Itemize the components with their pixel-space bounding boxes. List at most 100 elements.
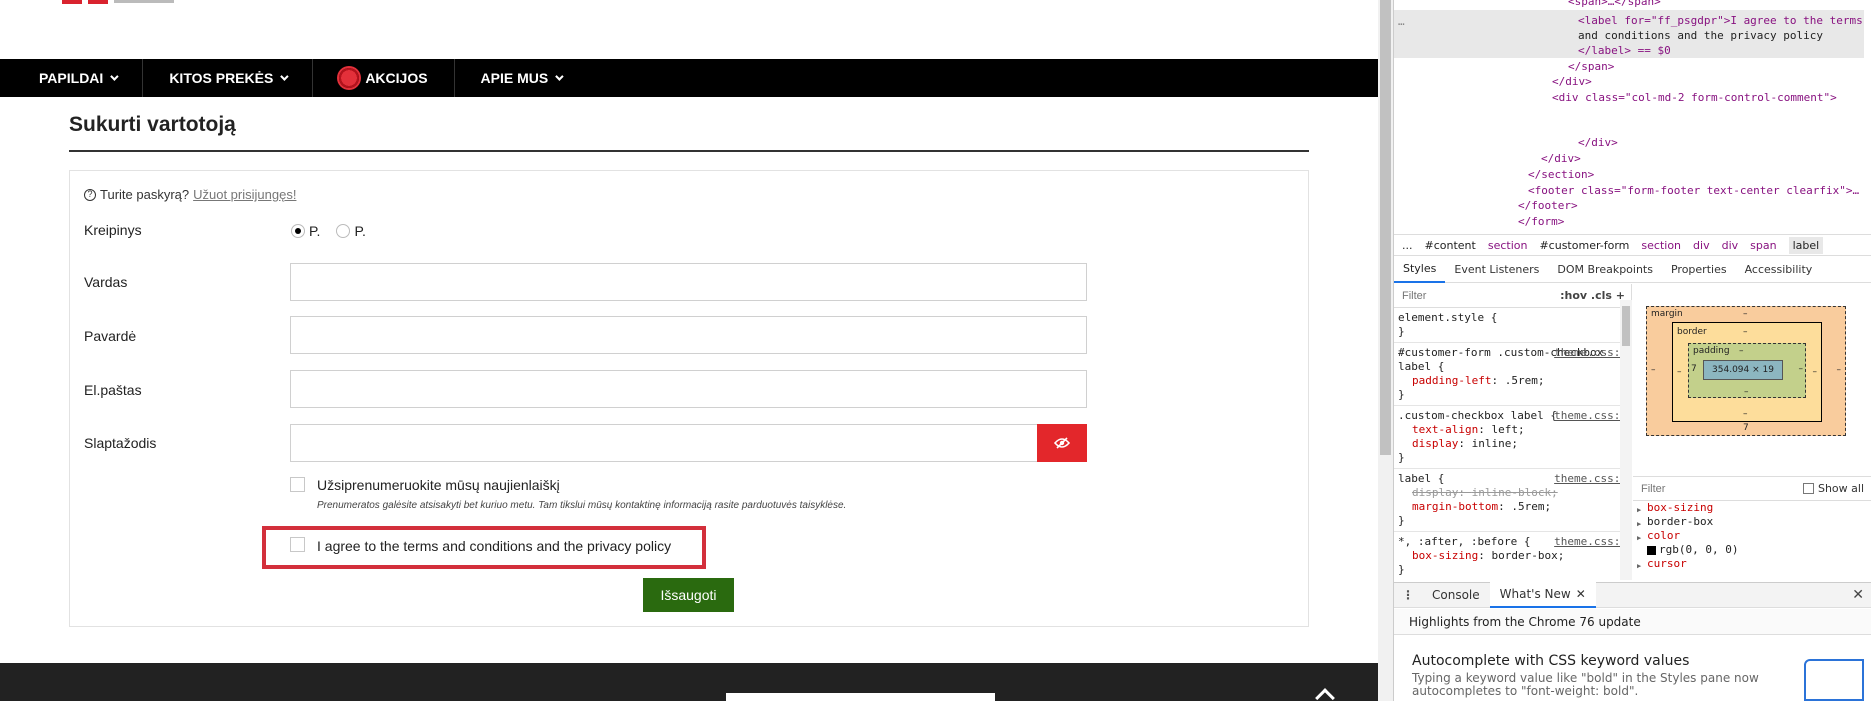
save-button[interactable]: Išsaugoti bbox=[643, 578, 734, 612]
breadcrumb-item[interactable]: #content bbox=[1425, 239, 1476, 252]
dom-line[interactable]: </form> bbox=[1518, 214, 1564, 229]
box-margin[interactable]: margin – – – 7 border – – – – padding – … bbox=[1646, 306, 1846, 436]
nav-item-apie-mus[interactable]: APIE MUS bbox=[455, 59, 588, 97]
style-rule[interactable]: element.style {} bbox=[1394, 308, 1631, 343]
border-top-value: – bbox=[1743, 327, 1748, 337]
salutation-option-1[interactable]: P. bbox=[291, 223, 320, 239]
dom-line[interactable]: </label> == $0 bbox=[1578, 43, 1671, 58]
dom-line[interactable]: <label for="ff_psgdpr">I agree to the te… bbox=[1578, 13, 1863, 28]
ellipsis-icon[interactable]: … bbox=[1398, 14, 1405, 29]
rule-source-link[interactable]: theme.css:6 bbox=[1554, 346, 1627, 360]
computed-prop[interactable]: cursor bbox=[1633, 557, 1871, 573]
style-property[interactable]: text-align: left; bbox=[1398, 423, 1627, 437]
dom-line[interactable]: </footer> bbox=[1518, 198, 1578, 213]
tab-event-listeners[interactable]: Event Listeners bbox=[1445, 257, 1548, 283]
nav-item-akcijos[interactable]: AKCIJOS bbox=[313, 59, 455, 97]
close-drawer-icon[interactable]: ✕ bbox=[1852, 587, 1864, 603]
tab-styles[interactable]: Styles bbox=[1394, 257, 1446, 283]
last-name-input[interactable] bbox=[290, 316, 1087, 354]
privacy-label[interactable]: I agree to the terms and conditions and … bbox=[317, 538, 671, 554]
tab-whats-new[interactable]: What's New ✕ bbox=[1489, 582, 1596, 608]
nav-label: PAPILDAI bbox=[39, 70, 104, 86]
padding-left-value: 7 bbox=[1691, 364, 1697, 374]
dom-line[interactable]: </div> bbox=[1578, 135, 1618, 150]
tab-properties[interactable]: Properties bbox=[1662, 257, 1736, 283]
box-padding[interactable]: padding – 7 – – 354.094 × 19 bbox=[1688, 343, 1806, 398]
breadcrumb-item[interactable]: div bbox=[1693, 239, 1710, 252]
property-value: inline; bbox=[1471, 437, 1518, 450]
computed-prop[interactable]: box-sizing bbox=[1633, 501, 1871, 517]
radio-button[interactable] bbox=[336, 224, 351, 238]
email-input[interactable] bbox=[290, 370, 1087, 408]
dom-line[interactable]: <span>…</span> bbox=[1568, 0, 1661, 9]
scrollbar-thumb[interactable] bbox=[1380, 0, 1391, 455]
style-property[interactable]: display: inline; bbox=[1398, 437, 1627, 451]
tab-dom-breakpoints[interactable]: DOM Breakpoints bbox=[1548, 257, 1662, 283]
login-link[interactable]: Užuot prisijungęs! bbox=[193, 187, 296, 202]
first-name-input[interactable] bbox=[290, 263, 1087, 301]
nav-item-kitos-prekes[interactable]: KITOS PREKĖS bbox=[143, 59, 314, 97]
style-property[interactable]: padding-left: .5rem; bbox=[1398, 374, 1627, 388]
dom-breadcrumbs: ... #content section #customer-form sect… bbox=[1394, 234, 1871, 256]
show-all-label: Show all bbox=[1817, 482, 1864, 495]
breadcrumb-item[interactable]: section bbox=[1488, 239, 1528, 252]
breadcrumb-item-selected[interactable]: label bbox=[1788, 236, 1824, 254]
dom-line[interactable]: </div> bbox=[1552, 74, 1592, 89]
more-vertical-icon[interactable]: ⋮ bbox=[1394, 588, 1422, 602]
style-rule[interactable]: label {theme.css:6 display: inline-block;… bbox=[1394, 469, 1631, 532]
dom-line[interactable]: <footer class="form-footer text-center c… bbox=[1528, 183, 1859, 198]
styles-filter-input[interactable] bbox=[1400, 288, 1530, 303]
page-scrollbar[interactable] bbox=[1378, 0, 1393, 701]
close-icon[interactable]: ✕ bbox=[1576, 587, 1586, 601]
dom-line[interactable]: <div class="col-md-2 form-control-commen… bbox=[1552, 90, 1837, 105]
scrollbar-thumb[interactable] bbox=[1622, 306, 1630, 346]
salutation-option-2[interactable]: P. bbox=[336, 223, 366, 239]
style-rule[interactable]: .custom-checkbox label {theme.css:6 text-… bbox=[1394, 406, 1631, 469]
newsletter-checkbox[interactable] bbox=[290, 477, 305, 492]
nav-item-papildai[interactable]: PAPILDAI bbox=[0, 59, 144, 97]
whats-new-panel: Highlights from the Chrome 76 update Aut… bbox=[1394, 609, 1871, 701]
dom-line[interactable]: </div> bbox=[1541, 151, 1581, 166]
breadcrumb-item[interactable]: #customer-form bbox=[1539, 239, 1629, 252]
rule-source-link[interactable]: theme.css:6 bbox=[1554, 409, 1627, 423]
box-border[interactable]: border – – – – padding – 7 – – 354.094 ×… bbox=[1672, 322, 1822, 422]
tab-accessibility[interactable]: Accessibility bbox=[1736, 257, 1822, 283]
border-right-value: – bbox=[1812, 367, 1818, 377]
show-all-checkbox[interactable] bbox=[1802, 483, 1814, 494]
breadcrumb-item[interactable]: span bbox=[1750, 239, 1776, 252]
dom-line[interactable]: </span> bbox=[1568, 59, 1614, 74]
eye-slash-icon bbox=[1054, 437, 1070, 449]
nav-label: AKCIJOS bbox=[365, 70, 428, 86]
privacy-checkbox[interactable] bbox=[290, 537, 305, 552]
box-content-size[interactable]: 354.094 × 19 bbox=[1703, 360, 1783, 380]
style-property[interactable]: display: inline-block; bbox=[1398, 486, 1627, 500]
property-value: left; bbox=[1491, 423, 1525, 436]
password-input[interactable] bbox=[290, 424, 1038, 462]
breadcrumb-item[interactable]: section bbox=[1641, 239, 1681, 252]
salutation-label: Kreipinys bbox=[84, 222, 142, 238]
style-property[interactable]: box-sizing: border-box; bbox=[1398, 549, 1627, 563]
breadcrumb-item[interactable]: div bbox=[1722, 239, 1739, 252]
tab-console[interactable]: Console bbox=[1422, 582, 1490, 608]
rule-source-link[interactable]: theme.css:6 bbox=[1554, 472, 1627, 486]
hov-cls-controls[interactable]: :hov .cls + bbox=[1560, 289, 1625, 302]
show-password-button[interactable] bbox=[1037, 424, 1087, 462]
computed-prop[interactable]: color bbox=[1633, 529, 1871, 545]
elements-tree: … <span>…</span> <label for="ff_psgdpr">… bbox=[1394, 0, 1871, 234]
scroll-top-icon[interactable] bbox=[1315, 688, 1335, 701]
computed-filter-input[interactable] bbox=[1639, 481, 1729, 496]
style-rule[interactable]: #customer-form .custom-checkbox label {t… bbox=[1394, 343, 1631, 406]
padding-label: padding bbox=[1693, 346, 1730, 356]
styles-scrollbar[interactable] bbox=[1620, 300, 1632, 580]
margin-left-value: – bbox=[1651, 365, 1656, 375]
style-rule[interactable]: *, :after, :before {theme.css:6 box-sizin… bbox=[1394, 532, 1631, 580]
rule-close: } bbox=[1398, 325, 1405, 338]
breadcrumb-item[interactable]: ... bbox=[1402, 239, 1413, 252]
dom-line[interactable]: </section> bbox=[1528, 167, 1594, 182]
show-all-toggle[interactable]: Show all bbox=[1802, 482, 1864, 495]
rule-source-link[interactable]: theme.css:6 bbox=[1554, 535, 1627, 549]
radio-button[interactable] bbox=[291, 224, 305, 238]
color-swatch[interactable] bbox=[1647, 545, 1656, 555]
dom-line[interactable]: and conditions and the privacy policy bbox=[1578, 28, 1823, 43]
style-property[interactable]: margin-bottom: .5rem; bbox=[1398, 500, 1627, 514]
